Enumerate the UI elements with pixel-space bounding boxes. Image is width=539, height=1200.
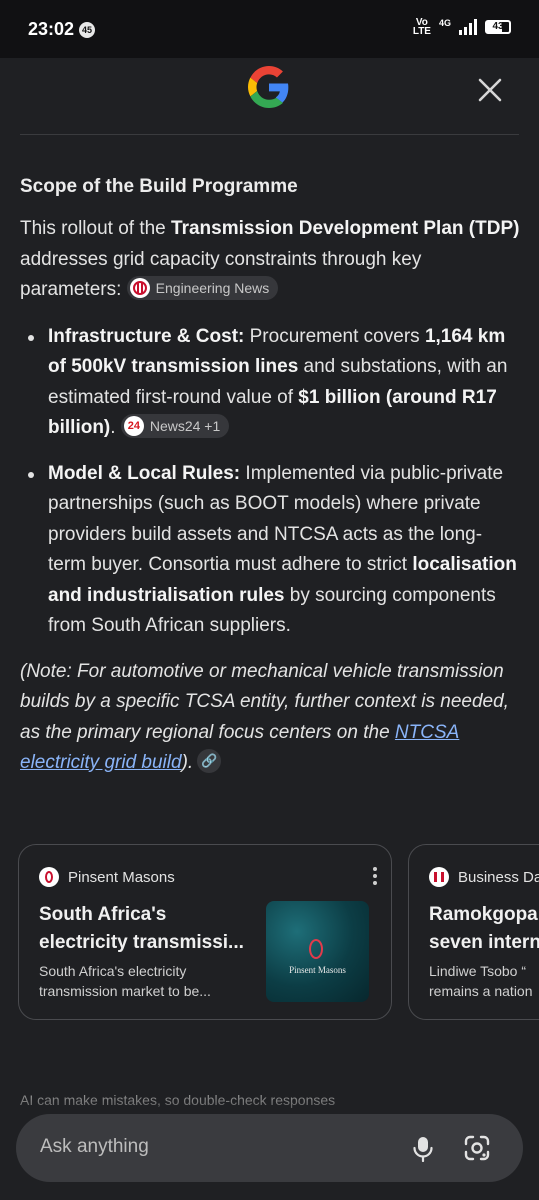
bullet-label: Model & Local Rules: [48, 462, 241, 484]
card-title-line: electricity transmissi... [39, 932, 244, 953]
status-bar: 23:02 45 Vo LTE 4G 43 [0, 0, 539, 58]
notification-badge: 45 [79, 22, 95, 38]
card-title-line: Ramokgopa [429, 904, 538, 925]
card-title: South Africa's electricity transmissi... [39, 901, 259, 957]
pinsent-masons-logo-icon [309, 939, 323, 959]
ask-input-placeholder[interactable]: Ask anything [40, 1136, 149, 1158]
section-heading: Scope of the Build Programme [20, 176, 298, 197]
close-button[interactable] [477, 77, 503, 103]
news24-icon: 24 [123, 415, 144, 436]
source-chip-label: News24 +1 [149, 417, 221, 434]
card-title-line: seven intern [429, 932, 539, 953]
link-icon[interactable]: 🔗 [197, 748, 222, 773]
card-title: Ramokgopa seven intern [429, 901, 539, 957]
bullet-item: Infrastructure & Cost: Procurement cover… [20, 322, 520, 444]
intro-paragraph: This rollout of the Transmission Develop… [20, 214, 520, 306]
business-day-icon [429, 867, 449, 887]
card-snippet: Lindiwe Tsobo “ remains a nation [429, 961, 539, 1001]
bullet-item: Model & Local Rules: Implemented via pub… [20, 459, 520, 642]
volte-indicator: Vo LTE [412, 17, 431, 37]
bullet-text: . [110, 417, 116, 438]
network-type: 4G [438, 18, 451, 28]
intro-bold: Transmission Development Plan (TDP) [171, 218, 520, 239]
note-paragraph: (Note: For automotive or mechanical vehi… [20, 657, 520, 779]
signal-icon [459, 19, 477, 35]
thumbnail-text: Pinsent Masons [289, 965, 346, 975]
card-snippet: South Africa's electricity transmission m… [39, 961, 249, 1001]
google-g-logo [248, 66, 289, 108]
card-snippet-line: South Africa's electricity [39, 963, 187, 979]
card-source-name: Pinsent Masons [68, 868, 175, 886]
close-icon [478, 78, 502, 102]
battery-icon: 43 [485, 20, 511, 34]
google-lens-icon[interactable] [464, 1135, 490, 1161]
card-snippet-line: Lindiwe Tsobo “ [429, 963, 527, 979]
pinsent-masons-icon [39, 867, 59, 887]
card-snippet-line: transmission market to be... [39, 983, 211, 999]
card-thumbnail: Pinsent Masons [266, 901, 369, 1002]
card-source: Pinsent Masons [39, 867, 175, 887]
card-title-line: South Africa's [39, 904, 167, 925]
source-chip-engineering-news[interactable]: Engineering News [126, 275, 279, 300]
bullet-label: Infrastructure & Cost: [48, 325, 245, 347]
status-icons: Vo LTE 4G 43 [412, 17, 511, 37]
source-chip-news24[interactable]: 24 News24 +1 [120, 413, 230, 438]
ai-answer: Scope of the Build Programme This rollou… [20, 176, 520, 779]
bullet-text: Procurement covers [244, 325, 425, 347]
ask-input-bar[interactable]: Ask anything [16, 1114, 523, 1182]
source-cards-carousel[interactable]: Pinsent Masons South Africa's electricity… [18, 844, 539, 1024]
header-divider [20, 134, 519, 135]
mic-icon[interactable] [411, 1136, 435, 1162]
source-card[interactable]: Business Da Ramokgopa seven intern Lindiw… [408, 844, 539, 1020]
engineering-news-icon [129, 277, 150, 298]
battery-level: 43 [492, 21, 504, 32]
note-text-2: ). [181, 752, 194, 773]
card-snippet-line: remains a nation [429, 983, 533, 999]
status-time: 23:02 [28, 19, 75, 39]
source-chip-label: Engineering News [155, 279, 270, 296]
source-card[interactable]: Pinsent Masons South Africa's electricity… [18, 844, 392, 1020]
card-source: Business Da [429, 867, 539, 887]
bullet-list: Infrastructure & Cost: Procurement cover… [20, 322, 520, 642]
intro-text: This rollout of the [20, 218, 172, 239]
more-options-icon[interactable] [373, 867, 377, 885]
card-source-name: Business Da [458, 868, 539, 886]
